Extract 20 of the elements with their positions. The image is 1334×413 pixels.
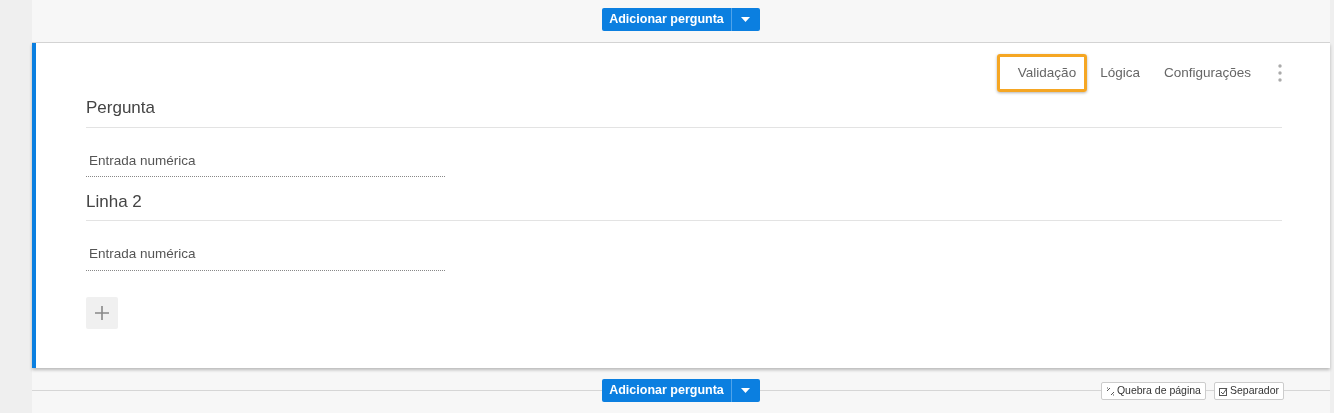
page-break-button[interactable]: Quebra de página (1100, 382, 1206, 400)
question-title: Linha 2 (86, 191, 142, 211)
broken-link-icon (1105, 386, 1115, 396)
add-row-button[interactable] (86, 296, 118, 329)
numeric-input-field[interactable]: Entrada numérica (86, 150, 445, 177)
plus-icon (95, 305, 109, 320)
menu-tab[interactable]: Validação (996, 53, 1088, 93)
dropdown-button[interactable] (731, 379, 760, 402)
add-question-button[interactable]: Adicionar pergunta (602, 379, 732, 402)
menu-tab[interactable]: Configurações (1152, 53, 1262, 93)
caret-icon (741, 16, 751, 22)
menu-tab[interactable]: Lógica (1089, 53, 1151, 93)
separator-button[interactable]: Separador (1213, 382, 1284, 400)
more-icon[interactable] (1278, 64, 1282, 82)
question-title: Pergunta (86, 98, 155, 117)
checkbox-icon (1218, 386, 1228, 396)
numeric-input-field[interactable]: Entrada numérica (86, 244, 445, 271)
dropdown-button[interactable] (731, 7, 760, 31)
add-question-button[interactable]: Adicionar pergunta (602, 7, 732, 31)
caret-icon (741, 388, 751, 393)
